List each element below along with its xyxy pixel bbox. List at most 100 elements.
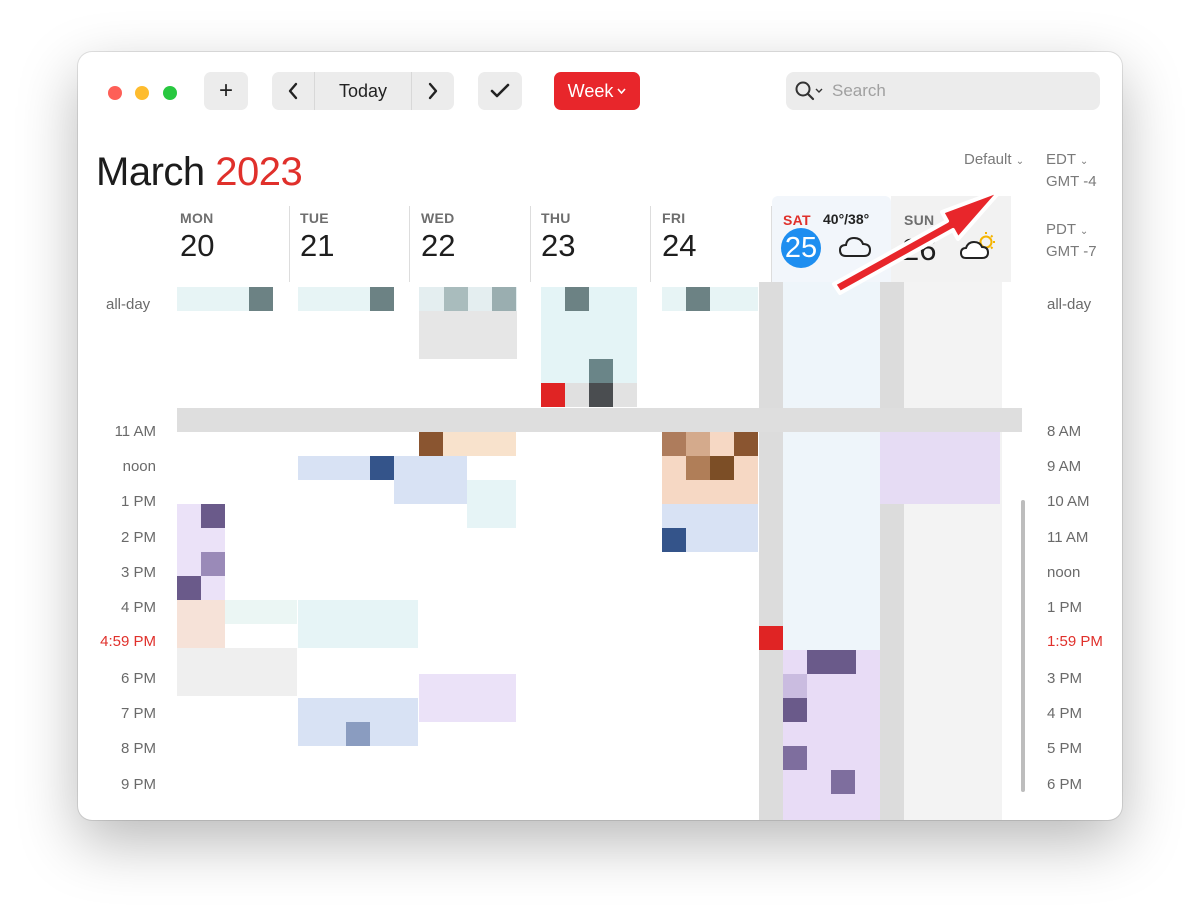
previous-week-button[interactable]	[272, 72, 314, 110]
event-block[interactable]	[201, 504, 225, 528]
event-block[interactable]	[589, 359, 613, 383]
timezone-2-selector[interactable]: PDT ⌄	[1046, 221, 1088, 238]
event-block[interactable]	[662, 432, 686, 456]
event-block[interactable]	[225, 600, 297, 624]
event-block[interactable]	[686, 432, 710, 456]
current-time-label-secondary: 1:59 PM	[1047, 633, 1103, 650]
event-block[interactable]	[565, 287, 589, 311]
event-block[interactable]	[613, 383, 637, 407]
search-icon	[795, 81, 823, 101]
day-header-mon[interactable]: MON 20	[180, 210, 214, 282]
month-label: March	[96, 150, 205, 194]
time-label: 6 PM	[120, 670, 156, 687]
event-block[interactable]	[662, 287, 758, 311]
event-block[interactable]	[394, 456, 467, 504]
event-block[interactable]	[467, 480, 516, 528]
event-block[interactable]	[541, 383, 565, 407]
plus-icon: +	[218, 77, 233, 104]
day-header-tue[interactable]: TUE 21	[300, 210, 334, 282]
event-block[interactable]	[298, 287, 370, 311]
event-block[interactable]	[492, 287, 516, 311]
event-block[interactable]	[177, 287, 249, 311]
event-block[interactable]	[807, 650, 856, 674]
calendar-set-label: Default	[964, 151, 1012, 168]
day-name: MON	[180, 210, 214, 226]
event-block[interactable]	[370, 456, 394, 480]
day-header-wed[interactable]: WED 22	[421, 210, 455, 282]
divider-band	[177, 408, 1022, 432]
event-block[interactable]	[298, 600, 418, 648]
time-label-secondary: 11 AM	[1047, 529, 1089, 546]
reminders-button[interactable]	[478, 72, 522, 110]
event-block[interactable]	[346, 722, 370, 746]
chevron-down-icon: ⌄	[1015, 156, 1025, 167]
timezone-1-selector[interactable]: EDT ⌄	[1046, 151, 1088, 168]
minimize-window-button[interactable]	[135, 86, 149, 100]
timezone-1-offset: GMT -4	[1046, 173, 1097, 190]
day-divider	[289, 206, 290, 282]
event-block[interactable]	[177, 576, 201, 600]
day-header-thu[interactable]: THU 23	[541, 210, 575, 282]
red-arrow-annotation	[832, 188, 1003, 295]
event-block[interactable]	[443, 432, 516, 456]
event-block[interactable]	[177, 600, 225, 648]
event-block[interactable]	[249, 287, 273, 311]
event-block[interactable]	[444, 287, 468, 311]
event-block[interactable]	[177, 648, 297, 696]
time-label-secondary: 9 AM	[1047, 458, 1082, 475]
all-day-label-secondary: all-day	[1047, 296, 1092, 313]
search-field[interactable]: Search	[786, 72, 1100, 110]
event-block[interactable]	[710, 456, 734, 480]
time-label-secondary: 6 PM	[1047, 776, 1083, 793]
time-label-secondary: 1 PM	[1047, 599, 1083, 616]
chevron-left-icon	[288, 82, 298, 100]
chevron-down-icon	[617, 88, 626, 94]
event-block[interactable]	[831, 770, 855, 794]
event-block[interactable]	[783, 746, 807, 770]
event-block[interactable]	[734, 432, 758, 456]
column-separator	[880, 282, 904, 820]
event-block[interactable]	[662, 528, 686, 552]
day-name: SAT	[783, 212, 811, 228]
scrollbar-thumb[interactable]	[1021, 500, 1025, 792]
event-block[interactable]	[419, 674, 516, 722]
day-number: 22	[421, 228, 456, 263]
close-window-button[interactable]	[108, 86, 122, 100]
time-label: 1 PM	[120, 493, 156, 510]
day-number: 23	[541, 228, 576, 263]
year-label: 2023	[215, 150, 303, 194]
timezone-2-name: PDT	[1046, 221, 1076, 238]
day-header-fri[interactable]: FRI 24	[662, 210, 696, 282]
event-block[interactable]	[298, 456, 370, 480]
time-label-secondary: 4 PM	[1047, 705, 1083, 722]
event-block[interactable]	[783, 698, 807, 722]
day-number: 25	[784, 231, 818, 264]
event-block[interactable]	[589, 383, 613, 407]
event-block[interactable]	[565, 383, 589, 407]
day-divider	[530, 206, 531, 282]
current-time-marker	[759, 626, 783, 650]
today-button[interactable]: Today	[315, 72, 411, 110]
event-block[interactable]	[419, 432, 443, 456]
day-number: 21	[300, 228, 335, 263]
time-label: 2 PM	[120, 529, 156, 546]
event-block[interactable]	[686, 287, 710, 311]
day-number: 24	[662, 228, 697, 263]
add-event-button[interactable]: +	[204, 72, 248, 110]
event-block[interactable]	[201, 552, 225, 576]
zoom-window-button[interactable]	[163, 86, 177, 100]
day-divider	[650, 206, 651, 282]
time-label: noon	[122, 458, 156, 475]
sunday-column	[904, 282, 1002, 820]
time-label: 11 AM	[114, 423, 156, 440]
time-label-secondary: noon	[1047, 564, 1081, 581]
time-label-secondary: 5 PM	[1047, 740, 1083, 757]
event-block[interactable]	[880, 432, 1000, 504]
event-block[interactable]	[419, 311, 517, 359]
view-mode-button[interactable]: Week	[554, 72, 640, 110]
event-block[interactable]	[370, 287, 394, 311]
next-week-button[interactable]	[412, 72, 454, 110]
event-block[interactable]	[686, 456, 710, 480]
event-block[interactable]	[783, 674, 807, 698]
calendar-set-selector[interactable]: Default ⌄	[964, 151, 1024, 168]
